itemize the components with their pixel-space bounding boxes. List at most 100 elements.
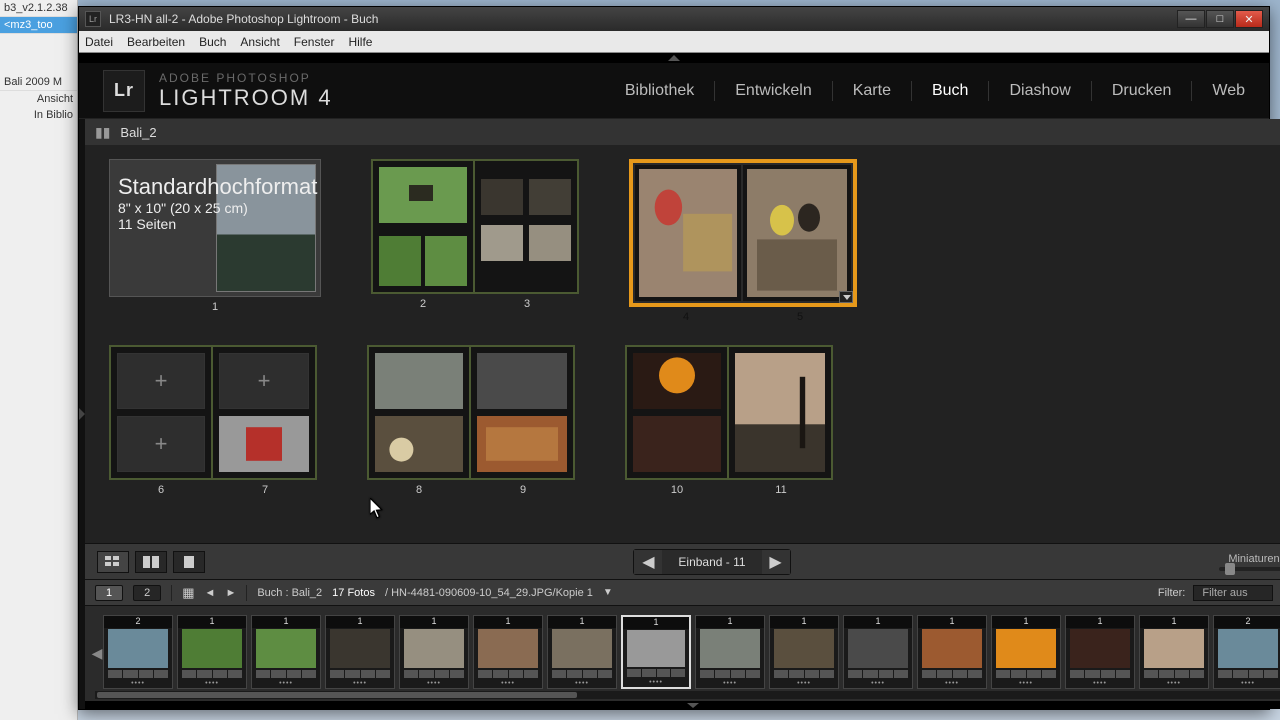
- page-photo[interactable]: [747, 169, 847, 297]
- thumb-image: [552, 629, 612, 668]
- nav-fwd-icon[interactable]: ►: [225, 587, 236, 599]
- minimize-button[interactable]: —: [1177, 10, 1205, 28]
- spread-8-9[interactable]: 89: [367, 345, 575, 496]
- page-11[interactable]: [729, 345, 833, 480]
- page-photo[interactable]: [529, 179, 571, 215]
- page-7[interactable]: +: [213, 345, 317, 480]
- filmstrip-thumb[interactable]: 1••••: [1065, 615, 1135, 689]
- page-photo[interactable]: [481, 179, 523, 215]
- spread-options-button[interactable]: [839, 291, 853, 303]
- top-panel-toggle[interactable]: [79, 53, 1269, 63]
- filmstrip-thumb[interactable]: 1••••: [769, 615, 839, 689]
- filmstrip-thumb[interactable]: 1••••: [251, 615, 321, 689]
- page-4[interactable]: [633, 163, 743, 303]
- filmstrip-thumb[interactable]: 2••••: [1213, 615, 1280, 689]
- page-photo[interactable]: [425, 236, 467, 286]
- page-10[interactable]: [625, 345, 729, 480]
- filmstrip-thumb[interactable]: 1••••: [917, 615, 987, 689]
- page-9[interactable]: [471, 345, 575, 480]
- page-photo[interactable]: [379, 236, 421, 286]
- thumb-image: [774, 629, 834, 668]
- page-photo[interactable]: [633, 353, 721, 409]
- spread-2-3[interactable]: 23: [371, 159, 579, 323]
- view-single-button[interactable]: [173, 551, 205, 573]
- maximize-button[interactable]: □: [1206, 10, 1234, 28]
- page-photo[interactable]: [477, 416, 567, 472]
- filmstrip-thumb[interactable]: 1••••: [325, 615, 395, 689]
- source-tab-2[interactable]: 2: [133, 585, 161, 601]
- module-karte[interactable]: Karte: [853, 82, 891, 100]
- page-photo[interactable]: [379, 167, 467, 223]
- filmstrip-scrollbar[interactable]: [95, 691, 1280, 699]
- filmstrip-thumb[interactable]: 2••••: [103, 615, 173, 689]
- menu-ansicht[interactable]: Ansicht: [240, 35, 279, 49]
- prev-page-button[interactable]: ◀: [634, 550, 662, 574]
- empty-photo-slot[interactable]: +: [117, 353, 205, 409]
- page-photo[interactable]: [529, 225, 571, 261]
- filmstrip[interactable]: ◀ 2••••1••••1••••1••••1••••1••••1••••1••…: [85, 605, 1280, 701]
- module-buch[interactable]: Buch: [932, 82, 968, 100]
- cover-spread[interactable]: Standardhochformat 8" x 10" (20 x 25 cm)…: [109, 159, 321, 323]
- filmstrip-thumb[interactable]: 1••••: [1139, 615, 1209, 689]
- page-photo[interactable]: [481, 225, 523, 261]
- filmstrip-thumb[interactable]: 1••••: [177, 615, 247, 689]
- status-count: 17 Fotos: [332, 587, 375, 599]
- grid-icon[interactable]: ▦: [182, 585, 194, 601]
- source-tab-1[interactable]: 1: [95, 585, 123, 601]
- page-number: 6: [109, 484, 213, 496]
- page-8[interactable]: [367, 345, 471, 480]
- page-photo[interactable]: [633, 416, 721, 472]
- module-bibliothek[interactable]: Bibliothek: [625, 82, 694, 100]
- page-6[interactable]: + +: [109, 345, 213, 480]
- spread-4-5-selected[interactable]: 45: [629, 159, 857, 323]
- status-path[interactable]: / HN-4481-090609-10_54_29.JPG/Kopie 1: [385, 587, 593, 599]
- page-photo[interactable]: [735, 353, 825, 472]
- spread-6-7[interactable]: + + + 67: [109, 345, 317, 496]
- module-web[interactable]: Web: [1212, 82, 1245, 100]
- menu-hilfe[interactable]: Hilfe: [348, 35, 372, 49]
- menu-fenster[interactable]: Fenster: [294, 35, 335, 49]
- filmstrip-thumb[interactable]: 1••••: [621, 615, 691, 689]
- thumb-size-slider[interactable]: [1219, 567, 1280, 571]
- page-photo[interactable]: [477, 353, 567, 409]
- menu-buch[interactable]: Buch: [199, 35, 226, 49]
- filmstrip-thumb[interactable]: 1••••: [843, 615, 913, 689]
- page-photo[interactable]: [375, 416, 463, 472]
- bottom-panel-toggle[interactable]: [85, 701, 1280, 709]
- menu-bearbeiten[interactable]: Bearbeiten: [127, 35, 185, 49]
- titlebar[interactable]: Lr LR3-HN all-2 - Adobe Photoshop Lightr…: [79, 7, 1269, 31]
- filmstrip-thumb[interactable]: 1••••: [547, 615, 617, 689]
- spread-10-11[interactable]: 1011: [625, 345, 833, 496]
- status-book[interactable]: Buch : Bali_2: [257, 587, 322, 599]
- filmstrip-thumb[interactable]: 1••••: [473, 615, 543, 689]
- filmstrip-left-arrow[interactable]: ◀: [91, 645, 103, 662]
- book-pages-grid[interactable]: Standardhochformat 8" x 10" (20 x 25 cm)…: [85, 145, 1280, 543]
- nav-back-icon[interactable]: ◄: [205, 587, 216, 599]
- module-diashow[interactable]: Diashow: [1009, 82, 1070, 100]
- page-photo[interactable]: [639, 169, 737, 297]
- filter-select[interactable]: Filter aus: [1193, 585, 1272, 601]
- filmstrip-thumb[interactable]: 1••••: [991, 615, 1061, 689]
- chevron-down-icon[interactable]: ▼: [603, 587, 613, 598]
- empty-photo-slot[interactable]: +: [117, 416, 205, 472]
- collection-header: ▮▮ Bali_2: [85, 119, 1280, 145]
- thumb-image: [1218, 629, 1278, 668]
- close-button[interactable]: ✕: [1235, 10, 1263, 28]
- page-3[interactable]: [475, 159, 579, 294]
- module-drucken[interactable]: Drucken: [1112, 82, 1172, 100]
- view-spread-button[interactable]: [135, 551, 167, 573]
- page-2[interactable]: [371, 159, 475, 294]
- next-page-button[interactable]: ▶: [762, 550, 790, 574]
- thumb-rating: ••••: [252, 680, 320, 688]
- module-entwickeln[interactable]: Entwickeln: [735, 82, 811, 100]
- page-photo[interactable]: [219, 416, 309, 472]
- menu-datei[interactable]: Datei: [85, 35, 113, 49]
- page-5[interactable]: [743, 163, 853, 303]
- empty-photo-slot[interactable]: +: [219, 353, 309, 409]
- view-grid-button[interactable]: [97, 551, 129, 573]
- collection-name[interactable]: Bali_2: [120, 125, 156, 140]
- filmstrip-thumb[interactable]: 1••••: [695, 615, 765, 689]
- page-photo[interactable]: [375, 353, 463, 409]
- thumb-rating: ••••: [844, 680, 912, 688]
- filmstrip-thumb[interactable]: 1••••: [399, 615, 469, 689]
